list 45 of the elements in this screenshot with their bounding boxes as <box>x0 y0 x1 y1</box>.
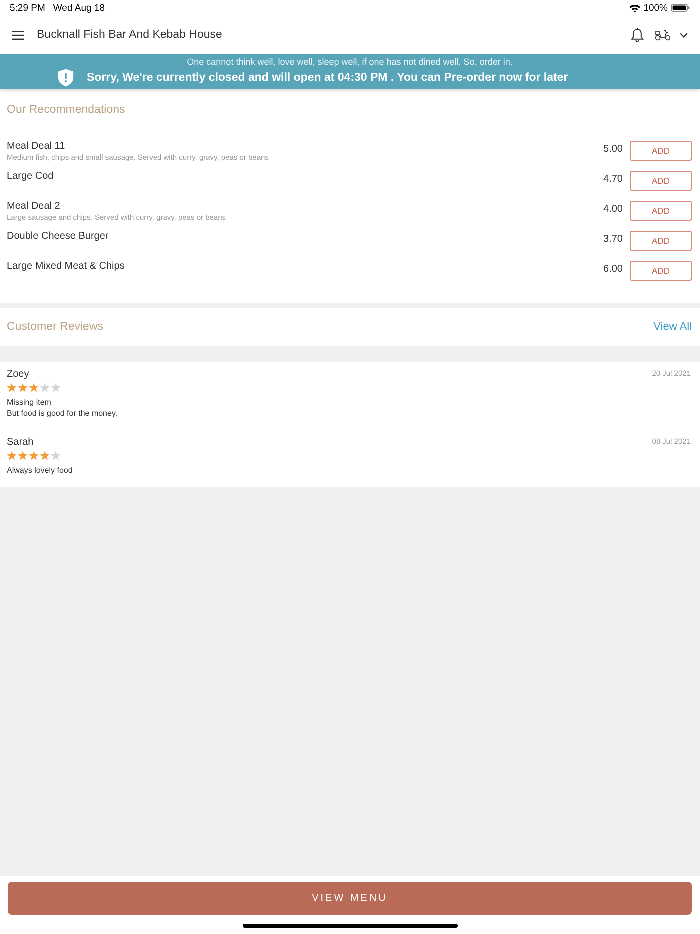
star-icon <box>40 451 50 461</box>
star-icon <box>40 383 50 393</box>
app-title: Bucknall Fish Bar And Kebab House <box>37 29 222 41</box>
item-price: 3.70 <box>604 234 623 246</box>
add-button[interactable]: ADD <box>630 231 692 251</box>
star-icon <box>51 383 61 393</box>
battery-icon <box>671 4 690 12</box>
review-author: Zoey <box>7 369 30 381</box>
item-name: Meal Deal 11 <box>7 141 66 153</box>
star-icon <box>7 383 17 393</box>
status-date: Wed Aug 18 <box>53 2 105 14</box>
chevron-down-icon[interactable] <box>680 32 688 38</box>
closed-notice-text: Sorry, We're currently closed and will open at 04:30 PM . You can Pre-order now for later <box>87 70 568 86</box>
item-price: 5.00 <box>604 144 623 156</box>
item-name: Large Cod <box>7 171 54 183</box>
item-price: 4.70 <box>604 174 623 186</box>
star-icon <box>29 451 39 461</box>
add-button[interactable]: ADD <box>630 171 692 191</box>
review-text: Always lovely food <box>7 465 73 476</box>
item-price: 4.00 <box>604 204 623 216</box>
star-icon <box>29 383 39 393</box>
item-name: Meal Deal 2 <box>7 201 60 213</box>
section-title: Customer Reviews <box>7 320 104 334</box>
menu-icon[interactable] <box>12 30 24 40</box>
view-menu-button[interactable]: VIEW MENU <box>8 882 692 915</box>
status-time: 5:29 PM <box>10 2 46 14</box>
scooter-icon[interactable] <box>655 30 671 40</box>
star-icon <box>18 451 28 461</box>
star-icon <box>51 451 61 461</box>
review-author: Sarah <box>7 437 34 449</box>
star-icon <box>18 383 28 393</box>
item-name: Double Cheese Burger <box>7 231 109 243</box>
battery-percent: 100% <box>644 2 668 14</box>
add-button[interactable]: ADD <box>630 201 692 221</box>
add-button[interactable]: ADD <box>630 261 692 281</box>
tagline-text: One cannot think well, love well, sleep well, if one has not dined well. So, order in. <box>187 57 513 68</box>
item-name: Large Mixed Meat & Chips <box>7 261 125 273</box>
add-button[interactable]: ADD <box>630 141 692 161</box>
star-icon <box>7 451 17 461</box>
item-price: 6.00 <box>604 264 623 276</box>
notification-bell-icon[interactable] <box>631 28 644 42</box>
wifi-icon <box>628 4 641 12</box>
section-title: Our Recommendations <box>7 103 126 117</box>
view-all-link[interactable]: View All <box>654 321 692 333</box>
review-text: Missing item But food is good for the money. <box>7 397 118 419</box>
